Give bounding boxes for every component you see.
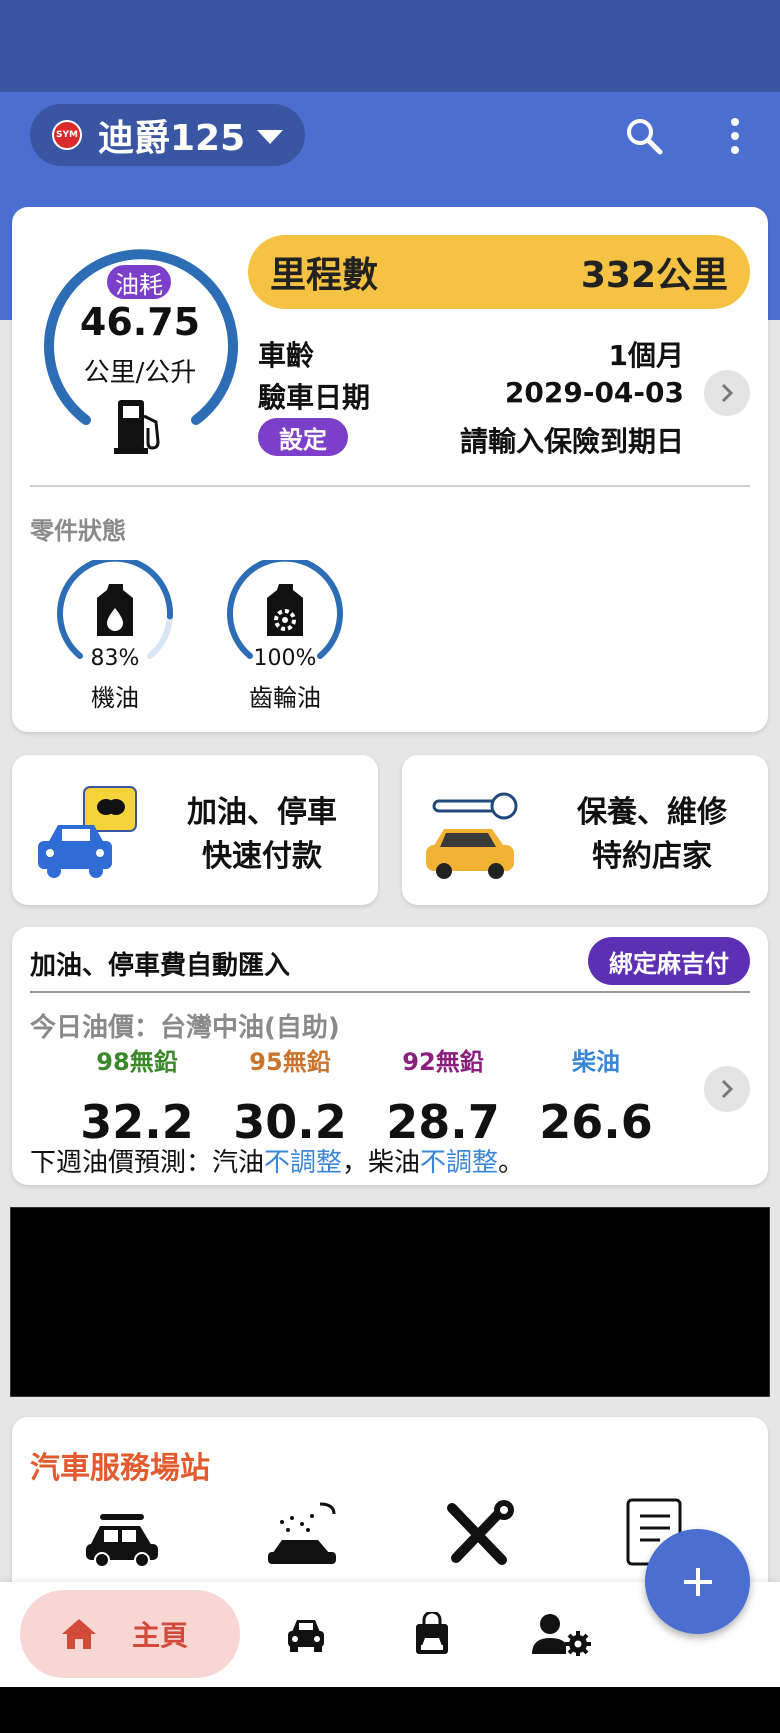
engine-oil-percent: 83% [90, 646, 140, 671]
divider [30, 991, 750, 993]
car-wash-icon[interactable] [262, 1500, 342, 1570]
car-selector[interactable]: SYM 迪爵125 [30, 104, 305, 166]
fuel-price-value: 26.6 [539, 1095, 653, 1149]
search-icon[interactable] [622, 114, 666, 158]
fuel-price-98: 98無鉛 32.2 [72, 1042, 202, 1149]
fuel-price-diesel: 柴油 26.6 [531, 1042, 661, 1149]
home-icon [62, 1619, 96, 1649]
today-fuel-price-label: 今日油價：台灣中油(自助) [30, 1013, 340, 1043]
inspection-date-label: 驗車日期 [258, 381, 371, 414]
car-payment-icon [38, 786, 137, 878]
mileage-label: 里程數 [270, 255, 379, 296]
status-bar [0, 0, 780, 92]
fuel-price-95: 95無鉛 30.2 [225, 1042, 355, 1149]
quick-pay-tile[interactable]: 加油、停車 快速付款 [12, 755, 378, 905]
fuel-pump-icon [114, 400, 160, 454]
quick-pay-text: 加油、停車 快速付款 [187, 795, 337, 874]
tools-icon[interactable] [440, 1500, 520, 1570]
fuel-economy-label: 油耗 [107, 265, 171, 299]
more-vertical-icon[interactable] [720, 114, 750, 158]
oil-bottle-icon [97, 584, 133, 636]
fuel-price-value: 32.2 [80, 1095, 194, 1149]
ad-banner[interactable] [10, 1207, 770, 1397]
fuel-type-label: 92無鉛 [402, 1048, 484, 1076]
fuel-price-92: 92無鉛 28.7 [378, 1042, 508, 1149]
sym-logo: SYM [52, 120, 82, 150]
nav-home[interactable]: 主頁 [20, 1590, 240, 1678]
fuel-type-label: 95無鉛 [249, 1048, 331, 1076]
nav-home-label: 主頁 [132, 1619, 189, 1652]
divider [30, 485, 750, 487]
chevron-down-icon [257, 130, 284, 144]
add-record-button[interactable] [645, 1529, 750, 1634]
partner-shops-tile[interactable]: 保養、維修 特約店家 [402, 755, 768, 905]
vehicle-age-label: 車齡 [258, 339, 315, 372]
vehicle-age-value: 1個月 [608, 339, 684, 372]
part-gear-oil[interactable]: 100% 齒輪油 [220, 555, 350, 712]
car-services-title: 汽車服務場站 [30, 1451, 210, 1486]
fuel-economy-unit: 公里/公升 [83, 358, 197, 388]
fuel-price-more-button[interactable] [704, 1066, 750, 1112]
shopping-bag-car-icon[interactable] [410, 1612, 454, 1656]
inspection-date-value: 2029-04-03 [504, 376, 684, 409]
mileage-value: 332公里 [580, 255, 728, 296]
chevron-right-icon [721, 1079, 734, 1099]
vehicle-details-button[interactable] [704, 370, 750, 416]
mileage-banner: 里程數 332公里 [248, 235, 750, 309]
gear-oil-bottle-icon [267, 584, 303, 636]
car-icon[interactable] [284, 1612, 328, 1656]
account-settings-icon[interactable] [532, 1612, 592, 1656]
car-name: 迪爵125 [98, 118, 246, 159]
insurance-prompt[interactable]: 請輸入保險到期日 [404, 420, 684, 460]
set-insurance-button[interactable]: 設定 [258, 418, 348, 456]
system-navigation-bar [0, 1687, 780, 1733]
bind-payment-button[interactable]: 綁定麻吉付 [588, 937, 750, 985]
parts-status-title: 零件狀態 [30, 517, 126, 545]
fuel-type-label: 柴油 [572, 1048, 620, 1076]
fuel-price-value: 30.2 [233, 1095, 347, 1149]
gear-oil-percent: 100% [253, 646, 317, 671]
engine-oil-label: 機油 [91, 684, 139, 712]
fuel-type-label: 98無鉛 [96, 1048, 178, 1076]
chevron-right-icon [721, 383, 734, 403]
part-engine-oil[interactable]: 83% 機油 [50, 555, 180, 712]
wrench-car-icon [426, 792, 518, 879]
gear-oil-label: 齒輪油 [249, 684, 321, 712]
auto-import-title: 加油、停車費自動匯入 [30, 951, 291, 981]
roof-rack-car-icon[interactable] [82, 1500, 162, 1570]
plus-icon [683, 1567, 712, 1596]
fuel-price-value: 28.7 [386, 1095, 500, 1149]
partner-shops-text: 保養、維修 特約店家 [577, 795, 727, 874]
fuel-economy-value: 46.75 [79, 300, 201, 344]
fuel-price-forecast: 下週油價預測：汽油不調整，柴油不調整。 [30, 1148, 525, 1178]
